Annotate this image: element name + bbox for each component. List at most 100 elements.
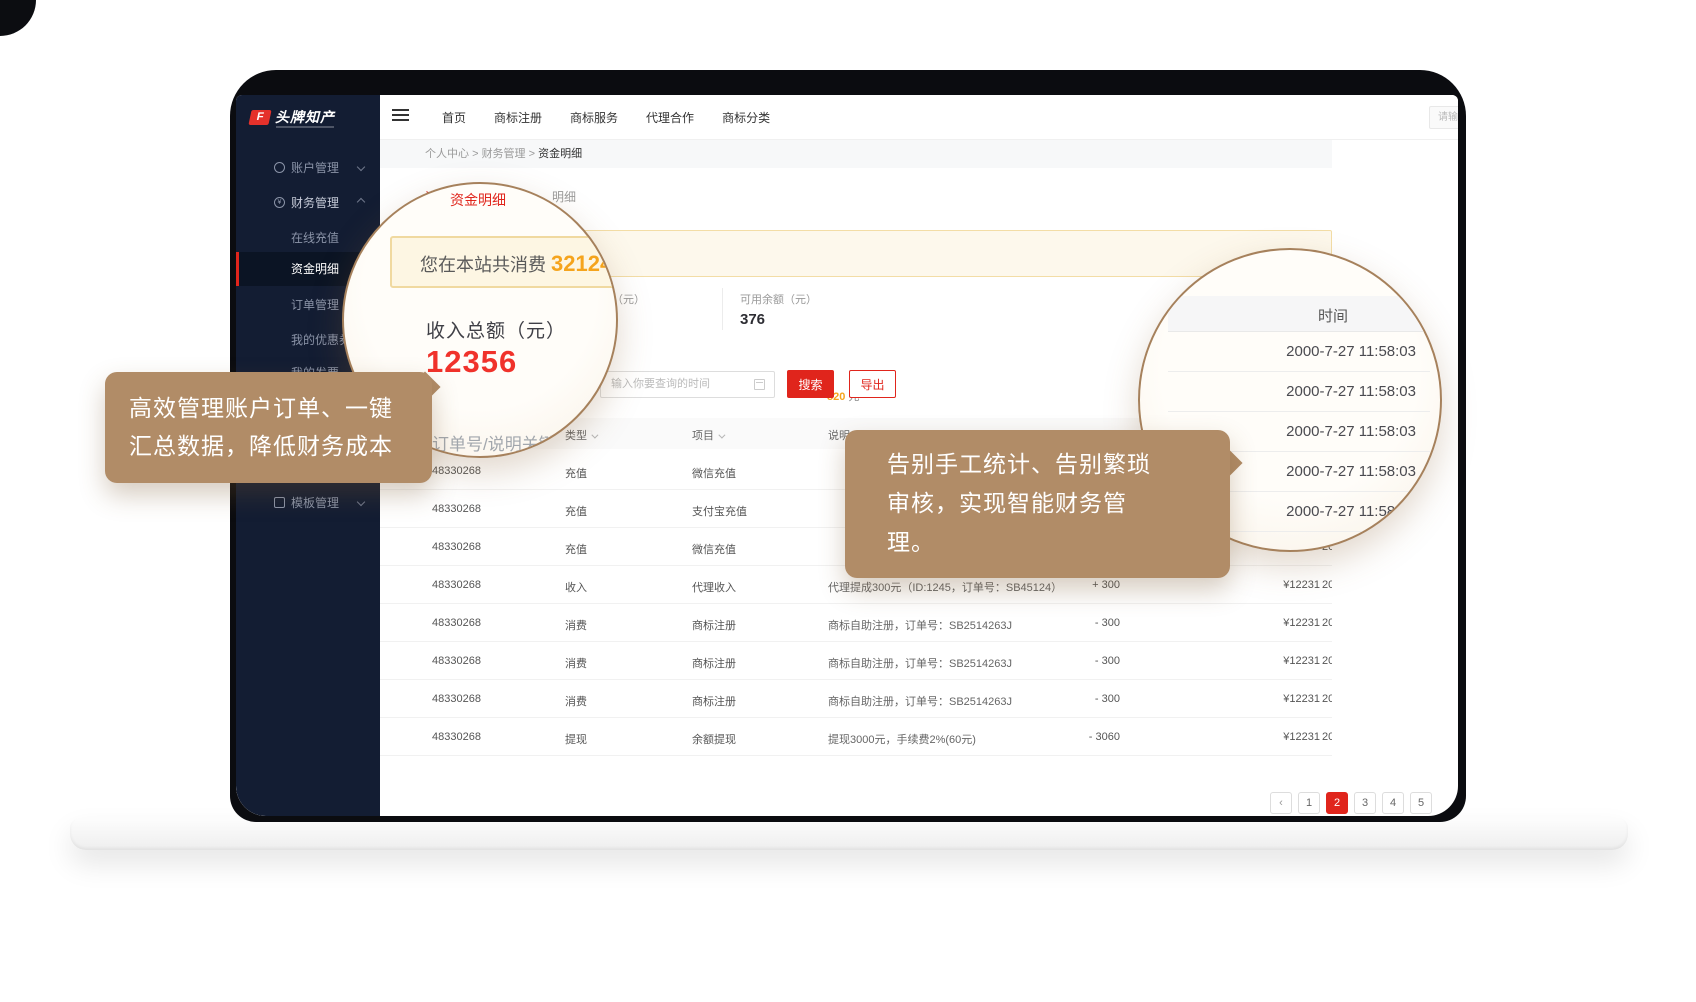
caret-down-icon[interactable] — [591, 432, 598, 439]
table-cell-order: 48330268 — [432, 541, 481, 553]
pagination: ‹ 12345 — [1270, 792, 1432, 814]
table-cell-type: 提现 — [565, 731, 587, 747]
magnified-time-header: 时间 — [1168, 296, 1430, 332]
brand-mark-icon: F — [248, 110, 271, 125]
export-button[interactable]: 导出 — [849, 370, 896, 398]
header-project[interactable]: 项目 — [692, 427, 723, 443]
magnified-income-value: 12356 — [426, 344, 517, 380]
stat-balance-label: 可用余额（元） — [740, 291, 817, 307]
table-cell-desc: 提现3000元，手续费2%(60元) — [828, 731, 976, 747]
table-cell-time: 2000-7-27 11:58:03 — [1322, 617, 1332, 629]
table-row[interactable]: 48330268 消费 商标注册 商标自助注册，订单号：SB2514263J - 300… — [380, 642, 1332, 680]
stat-divider — [722, 288, 723, 330]
table-cell-balance: ¥12231 — [1220, 693, 1320, 705]
table-cell-project: 商标注册 — [692, 655, 736, 671]
table-cell-desc: 商标自助注册，订单号：SB2514263J — [828, 655, 1012, 671]
date-placeholder: 输入你要查询的时间 — [611, 378, 710, 390]
breadcrumb-finance[interactable]: 财务管理 — [482, 148, 526, 160]
top-navbar: 首页 商标注册 商标服务 代理合作 商标分类 请输入商标名，申请号，申请人 — [380, 95, 1458, 140]
table-cell-project: 商标注册 — [692, 617, 736, 633]
sidebar-item-label: 订单管理 — [291, 296, 339, 313]
table-cell-order: 48330268 — [432, 731, 481, 743]
nav-item-agency[interactable]: 代理合作 — [646, 109, 694, 126]
callout-text: 审核，实现智能财务管 — [887, 484, 1230, 523]
nav-item-trademark-service[interactable]: 商标服务 — [570, 109, 618, 126]
table-cell-type: 充值 — [565, 541, 587, 557]
table-cell-type: 消费 — [565, 655, 587, 671]
template-icon — [274, 497, 285, 508]
callout-text: 高效管理账户订单、一键 — [129, 389, 432, 427]
chevron-up-icon — [357, 198, 365, 206]
laptop-base — [70, 818, 1628, 850]
breadcrumb-separator: > — [529, 148, 535, 160]
table-cell-amount: - 3060 — [1020, 731, 1120, 743]
table-cell-balance: ¥12231 — [1220, 617, 1320, 629]
sidebar-item-account[interactable]: 账户管理 — [236, 154, 380, 180]
magnified-banner-text: 您在本站共消费 32124 元 — [420, 251, 618, 277]
table-cell-time: 2000-7-27 11:58:03 — [1322, 655, 1332, 667]
table-row[interactable]: 48330268提现余额提现提现3000元，手续费2%(60元)- 3060¥1… — [380, 718, 1332, 756]
sidebar-item-label: 资金明细 — [291, 260, 339, 277]
nav-links: 首页 商标注册 商标服务 代理合作 商标分类 — [442, 95, 770, 140]
magnified-time-row: 2000-7-27 11:58:03 — [1168, 372, 1430, 412]
magnified-keyword-placeholder: 订单号/说明关键 — [432, 430, 556, 455]
table-row[interactable]: 48330268消费商标注册商标自助注册，订单号：SB2514263J- 300… — [380, 604, 1332, 642]
finance-icon: ¥ — [274, 197, 285, 208]
table-cell-time: 2000-7-27 11:58:03 — [1322, 731, 1332, 743]
breadcrumb-separator: > — [472, 148, 478, 160]
brand-subtitle — [276, 126, 334, 128]
table-cell-amount: - 300 — [1020, 617, 1120, 629]
table-cell-order: 48330268 — [432, 655, 481, 667]
pagination-page-1[interactable]: 1 — [1298, 792, 1320, 814]
table-cell-project: 余额提现 — [692, 731, 736, 747]
callout-text: 汇总数据，降低财务成本 — [129, 427, 432, 465]
sidebar-item-template[interactable]: 模板管理 — [236, 489, 380, 515]
pagination-page-2[interactable]: 2 — [1326, 792, 1348, 814]
table-cell-project: 商标注册 — [692, 693, 736, 709]
nav-item-trademark-register[interactable]: 商标注册 — [494, 109, 542, 126]
date-query-input[interactable]: 输入你要查询的时间 — [600, 371, 775, 398]
nav-item-home[interactable]: 首页 — [442, 109, 466, 126]
table-cell-amount: - 300 — [1020, 693, 1120, 705]
table-cell-order: 48330268 — [432, 693, 481, 705]
table-cell-time: 2000-7-27 11:58:03 — [1322, 579, 1332, 591]
calendar-icon[interactable] — [754, 379, 765, 390]
table-cell-type: 消费 — [565, 693, 587, 709]
tab-secondary-fragment[interactable]: 明细 — [552, 188, 576, 205]
table-cell-amount: + 300 — [1020, 579, 1120, 591]
search-button[interactable]: 搜索 — [787, 370, 834, 398]
table-cell-type: 充值 — [565, 503, 587, 519]
marketing-screenshot-stage: F 头牌知产 账户管理 ¥ 财务管理 在线充值 资金明细 订单 — [0, 0, 1696, 1002]
table-row[interactable]: 48330268消费商标注册商标自助注册，订单号：SB2514263J- 300… — [380, 680, 1332, 718]
hamburger-menu-icon[interactable] — [392, 109, 409, 123]
magnified-time-row: 2000-7-27 11:58:03 — [1168, 332, 1430, 372]
table-cell-amount: - 300 — [1020, 655, 1120, 667]
table-cell-order: 48330268 — [432, 503, 481, 515]
table-cell-project: 支付宝充值 — [692, 503, 747, 519]
chevron-down-icon — [357, 498, 365, 506]
pagination-page-3[interactable]: 3 — [1354, 792, 1376, 814]
caret-down-icon[interactable] — [718, 432, 725, 439]
sidebar-item-online-recharge[interactable]: 在线充值 — [236, 224, 380, 250]
magnified-income-label: 收入总额（元） — [426, 316, 566, 343]
table-cell-order: 48330268 — [432, 465, 481, 477]
callout-text: 告别手工统计、告别繁琐 — [887, 445, 1230, 484]
header-type[interactable]: 类型 — [565, 427, 596, 443]
callout-left: 高效管理账户订单、一键 汇总数据，降低财务成本 — [105, 372, 432, 483]
nav-item-trademark-category[interactable]: 商标分类 — [722, 109, 770, 126]
pagination-page-4[interactable]: 4 — [1382, 792, 1404, 814]
pagination-page-5[interactable]: 5 — [1410, 792, 1432, 814]
person-icon — [274, 162, 285, 173]
pagination-prev-icon[interactable]: ‹ — [1270, 792, 1292, 814]
sidebar-item-label: 在线充值 — [291, 229, 339, 246]
brand-name: 头牌知产 — [275, 107, 335, 127]
table-cell-order: 48330268 — [432, 579, 481, 591]
table-cell-project: 微信充值 — [692, 465, 736, 481]
logo[interactable]: F 头牌知产 — [250, 107, 335, 127]
search-input[interactable]: 请输入商标名，申请号，申请人 — [1429, 106, 1458, 129]
table-cell-order: 48330268 — [432, 617, 481, 629]
breadcrumb-home[interactable]: 个人中心 — [425, 148, 469, 160]
table-cell-type: 收入 — [565, 579, 587, 595]
sidebar-item-finance[interactable]: ¥ 财务管理 — [236, 189, 380, 215]
breadcrumb-current: 资金明细 — [538, 148, 582, 160]
